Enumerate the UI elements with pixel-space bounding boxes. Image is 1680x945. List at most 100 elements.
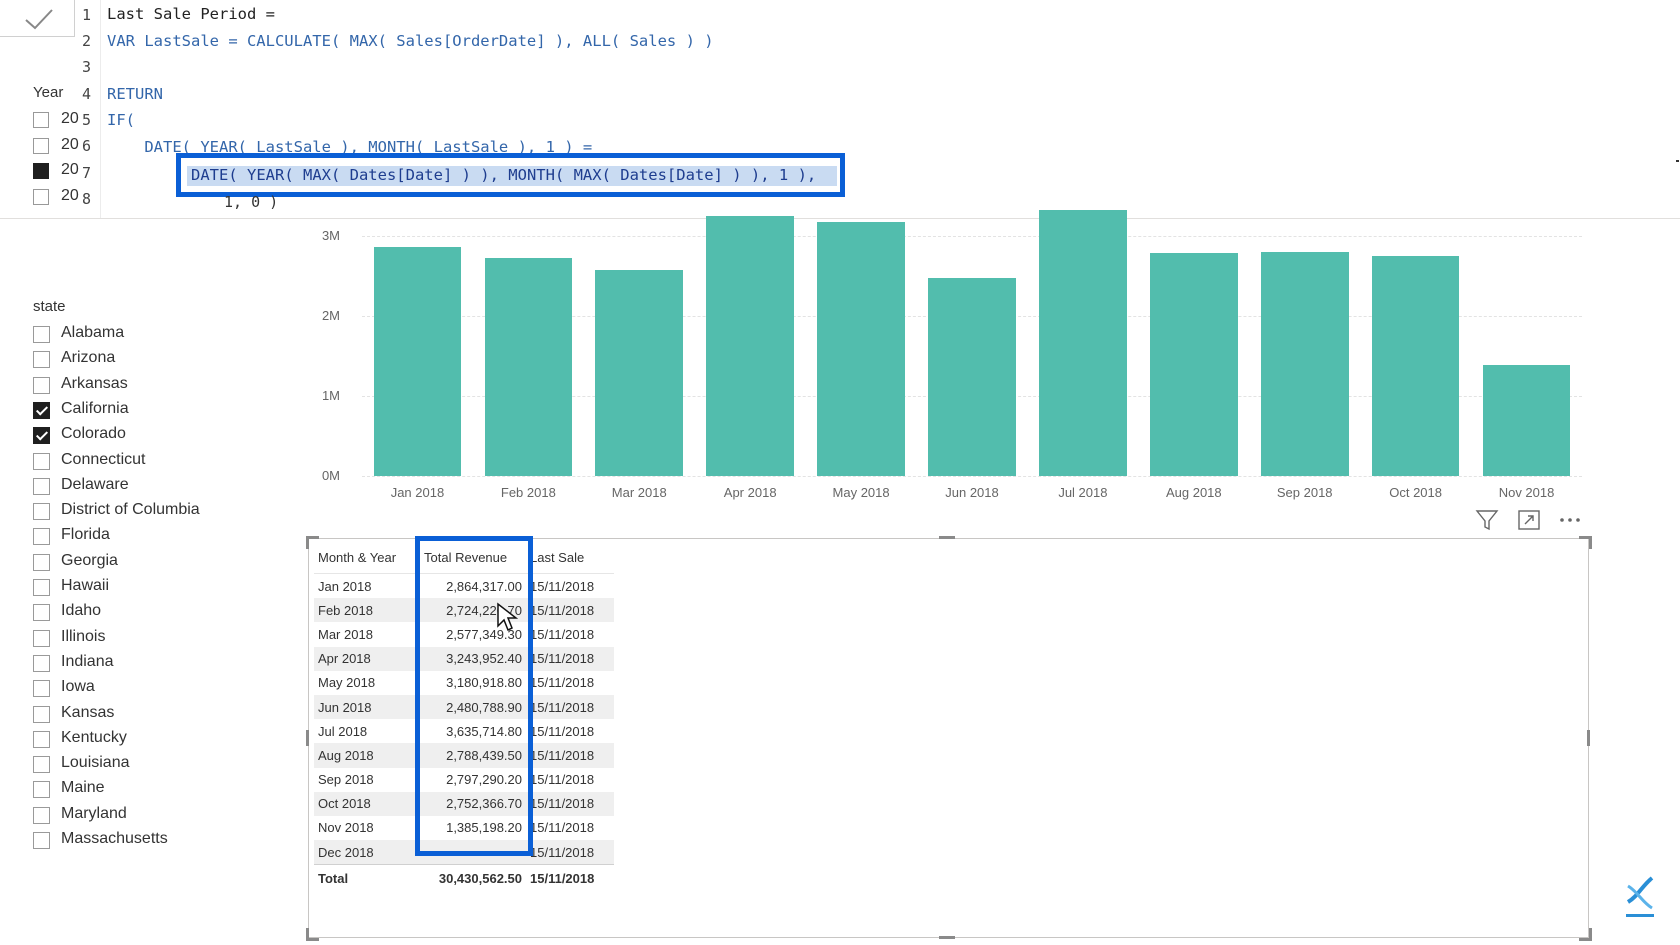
x-axis-tick-label: Aug 2018	[1165, 485, 1222, 500]
checkbox[interactable]	[33, 832, 50, 849]
state-label: Delaware	[61, 475, 129, 493]
x-axis-tick-label: Mar 2018	[611, 485, 667, 500]
year-label: 20	[61, 110, 79, 127]
resize-handle[interactable]	[939, 936, 955, 939]
cell-last-sale: 15/11/2018	[530, 723, 595, 739]
x-axis-tick-label: Jul 2018	[1058, 485, 1108, 500]
checkbox[interactable]	[33, 528, 50, 546]
state-label: District of Columbia	[61, 501, 200, 519]
scroll-marker	[1676, 160, 1679, 162]
cell-last-sale: 15/11/2018	[526, 743, 614, 768]
checkbox[interactable]	[33, 781, 50, 799]
x-axis-tick-label: Jun 2018	[945, 485, 999, 500]
checkbox[interactable]	[33, 452, 50, 470]
cell-month: Jun 2018	[314, 694, 420, 720]
cell-month: Apr 2018	[314, 646, 420, 671]
code-line[interactable]: VAR LastSale = CALCULATE( MAX( Sales[Ord…	[107, 32, 714, 50]
dna-subscribe-logo[interactable]	[1620, 872, 1660, 920]
y-axis-tick-label: 3M	[321, 228, 340, 243]
checkbox[interactable]	[33, 477, 50, 495]
checkbox[interactable]	[33, 503, 50, 521]
bar[interactable]	[817, 221, 905, 476]
checkbox[interactable]	[33, 579, 50, 596]
resize-corner[interactable]	[1579, 928, 1592, 941]
resize-corner[interactable]	[1579, 536, 1592, 549]
line-number: 2	[82, 32, 92, 50]
resize-corner[interactable]	[306, 928, 319, 941]
filter-icon[interactable]	[1475, 508, 1499, 532]
state-label: Hawaii	[61, 577, 110, 594]
gridline	[362, 236, 1582, 237]
year-checkbox[interactable]	[33, 189, 49, 205]
bar[interactable]	[1260, 252, 1349, 476]
cell-last-sale: 15/11/2018	[526, 840, 614, 865]
checkbox[interactable]	[33, 806, 50, 824]
checkbox[interactable]	[33, 376, 50, 394]
bar[interactable]	[1039, 210, 1127, 476]
line-number: 5	[82, 111, 92, 129]
state-label: Maine	[61, 779, 105, 797]
state-label: Colorado	[61, 425, 126, 443]
bar[interactable]	[484, 258, 573, 476]
line-number: 4	[82, 85, 92, 103]
x-axis-tick-label: Sep 2018	[1276, 485, 1333, 500]
more-options-icon[interactable]	[1558, 508, 1582, 532]
checkbox[interactable]	[33, 654, 50, 672]
line-number: 7	[82, 164, 92, 182]
resize-handle[interactable]	[1587, 730, 1590, 746]
state-slicer-title: state	[33, 298, 66, 315]
cell-month: Jul 2018	[318, 723, 368, 739]
checkbox[interactable]	[33, 680, 50, 698]
checkbox[interactable]	[33, 351, 50, 369]
focus-mode-icon[interactable]	[1517, 508, 1541, 532]
bar[interactable]	[1482, 365, 1571, 476]
year-label: 20	[61, 161, 79, 178]
cell-last-sale: 15/11/2018	[526, 598, 614, 623]
line-number: 6	[82, 137, 92, 155]
formula-bar[interactable]: 1 2 3 4 5 6 7 8 Last Sale Period = VAR L…	[0, 0, 1680, 219]
check-icon[interactable]	[24, 6, 54, 32]
bar[interactable]	[595, 269, 684, 476]
cell-last-sale: 15/11/2018	[526, 646, 614, 671]
checkbox-checked[interactable]	[33, 401, 50, 419]
code-line[interactable]: 1, 0 )	[224, 193, 278, 211]
bar[interactable]	[928, 277, 1016, 476]
code-line[interactable]: RETURN	[107, 85, 163, 103]
year-checkbox[interactable]	[33, 138, 49, 154]
state-label: Louisiana	[61, 754, 130, 772]
state-label: Kentucky	[61, 728, 127, 746]
cell-last-sale: 15/11/2018	[530, 675, 595, 691]
revenue-column-chart[interactable]: 0M 1M 2M 3M Jan 2018 Feb 2018 Mar 2018 Apr 2018…	[300, 210, 1590, 506]
cell-last-sale: 15/11/2018	[526, 791, 614, 816]
code-line[interactable]: Last Sale Period =	[107, 5, 275, 23]
bar[interactable]	[1150, 252, 1238, 476]
column-header-month[interactable]: Month & Year	[314, 541, 420, 574]
state-label: Florida	[61, 526, 110, 544]
code-line[interactable]: IF(	[107, 111, 135, 129]
checkbox[interactable]	[33, 756, 50, 774]
checkbox[interactable]	[33, 629, 50, 647]
year-label: 20	[61, 187, 79, 204]
checkbox-checked[interactable]	[33, 427, 50, 445]
checkbox[interactable]	[33, 705, 50, 723]
year-checkbox[interactable]	[33, 112, 49, 128]
checkbox[interactable]	[33, 553, 50, 571]
state-label: California	[61, 399, 129, 417]
resize-handle[interactable]	[306, 730, 309, 746]
resize-handle[interactable]	[939, 536, 955, 539]
y-axis-tick-label: 1M	[321, 388, 340, 403]
cell-month: Aug 2018	[314, 743, 420, 768]
year-checkbox-checked[interactable]	[33, 163, 49, 179]
commit-button[interactable]	[0, 0, 75, 37]
line-number: 1	[82, 6, 92, 24]
checkbox[interactable]	[33, 326, 50, 343]
selected-code-line[interactable]: DATE( YEAR( MAX( Dates[Date] ) ), MONTH(…	[191, 166, 816, 184]
bar[interactable]	[373, 246, 462, 476]
checkbox[interactable]	[33, 730, 50, 748]
bar[interactable]	[706, 216, 794, 476]
column-header-last-sale[interactable]: Last Sale	[526, 541, 614, 574]
bar[interactable]	[1371, 255, 1460, 476]
checkbox[interactable]	[33, 604, 50, 622]
mouse-cursor-icon	[496, 602, 519, 632]
y-axis-tick-label: 2M	[321, 308, 340, 323]
